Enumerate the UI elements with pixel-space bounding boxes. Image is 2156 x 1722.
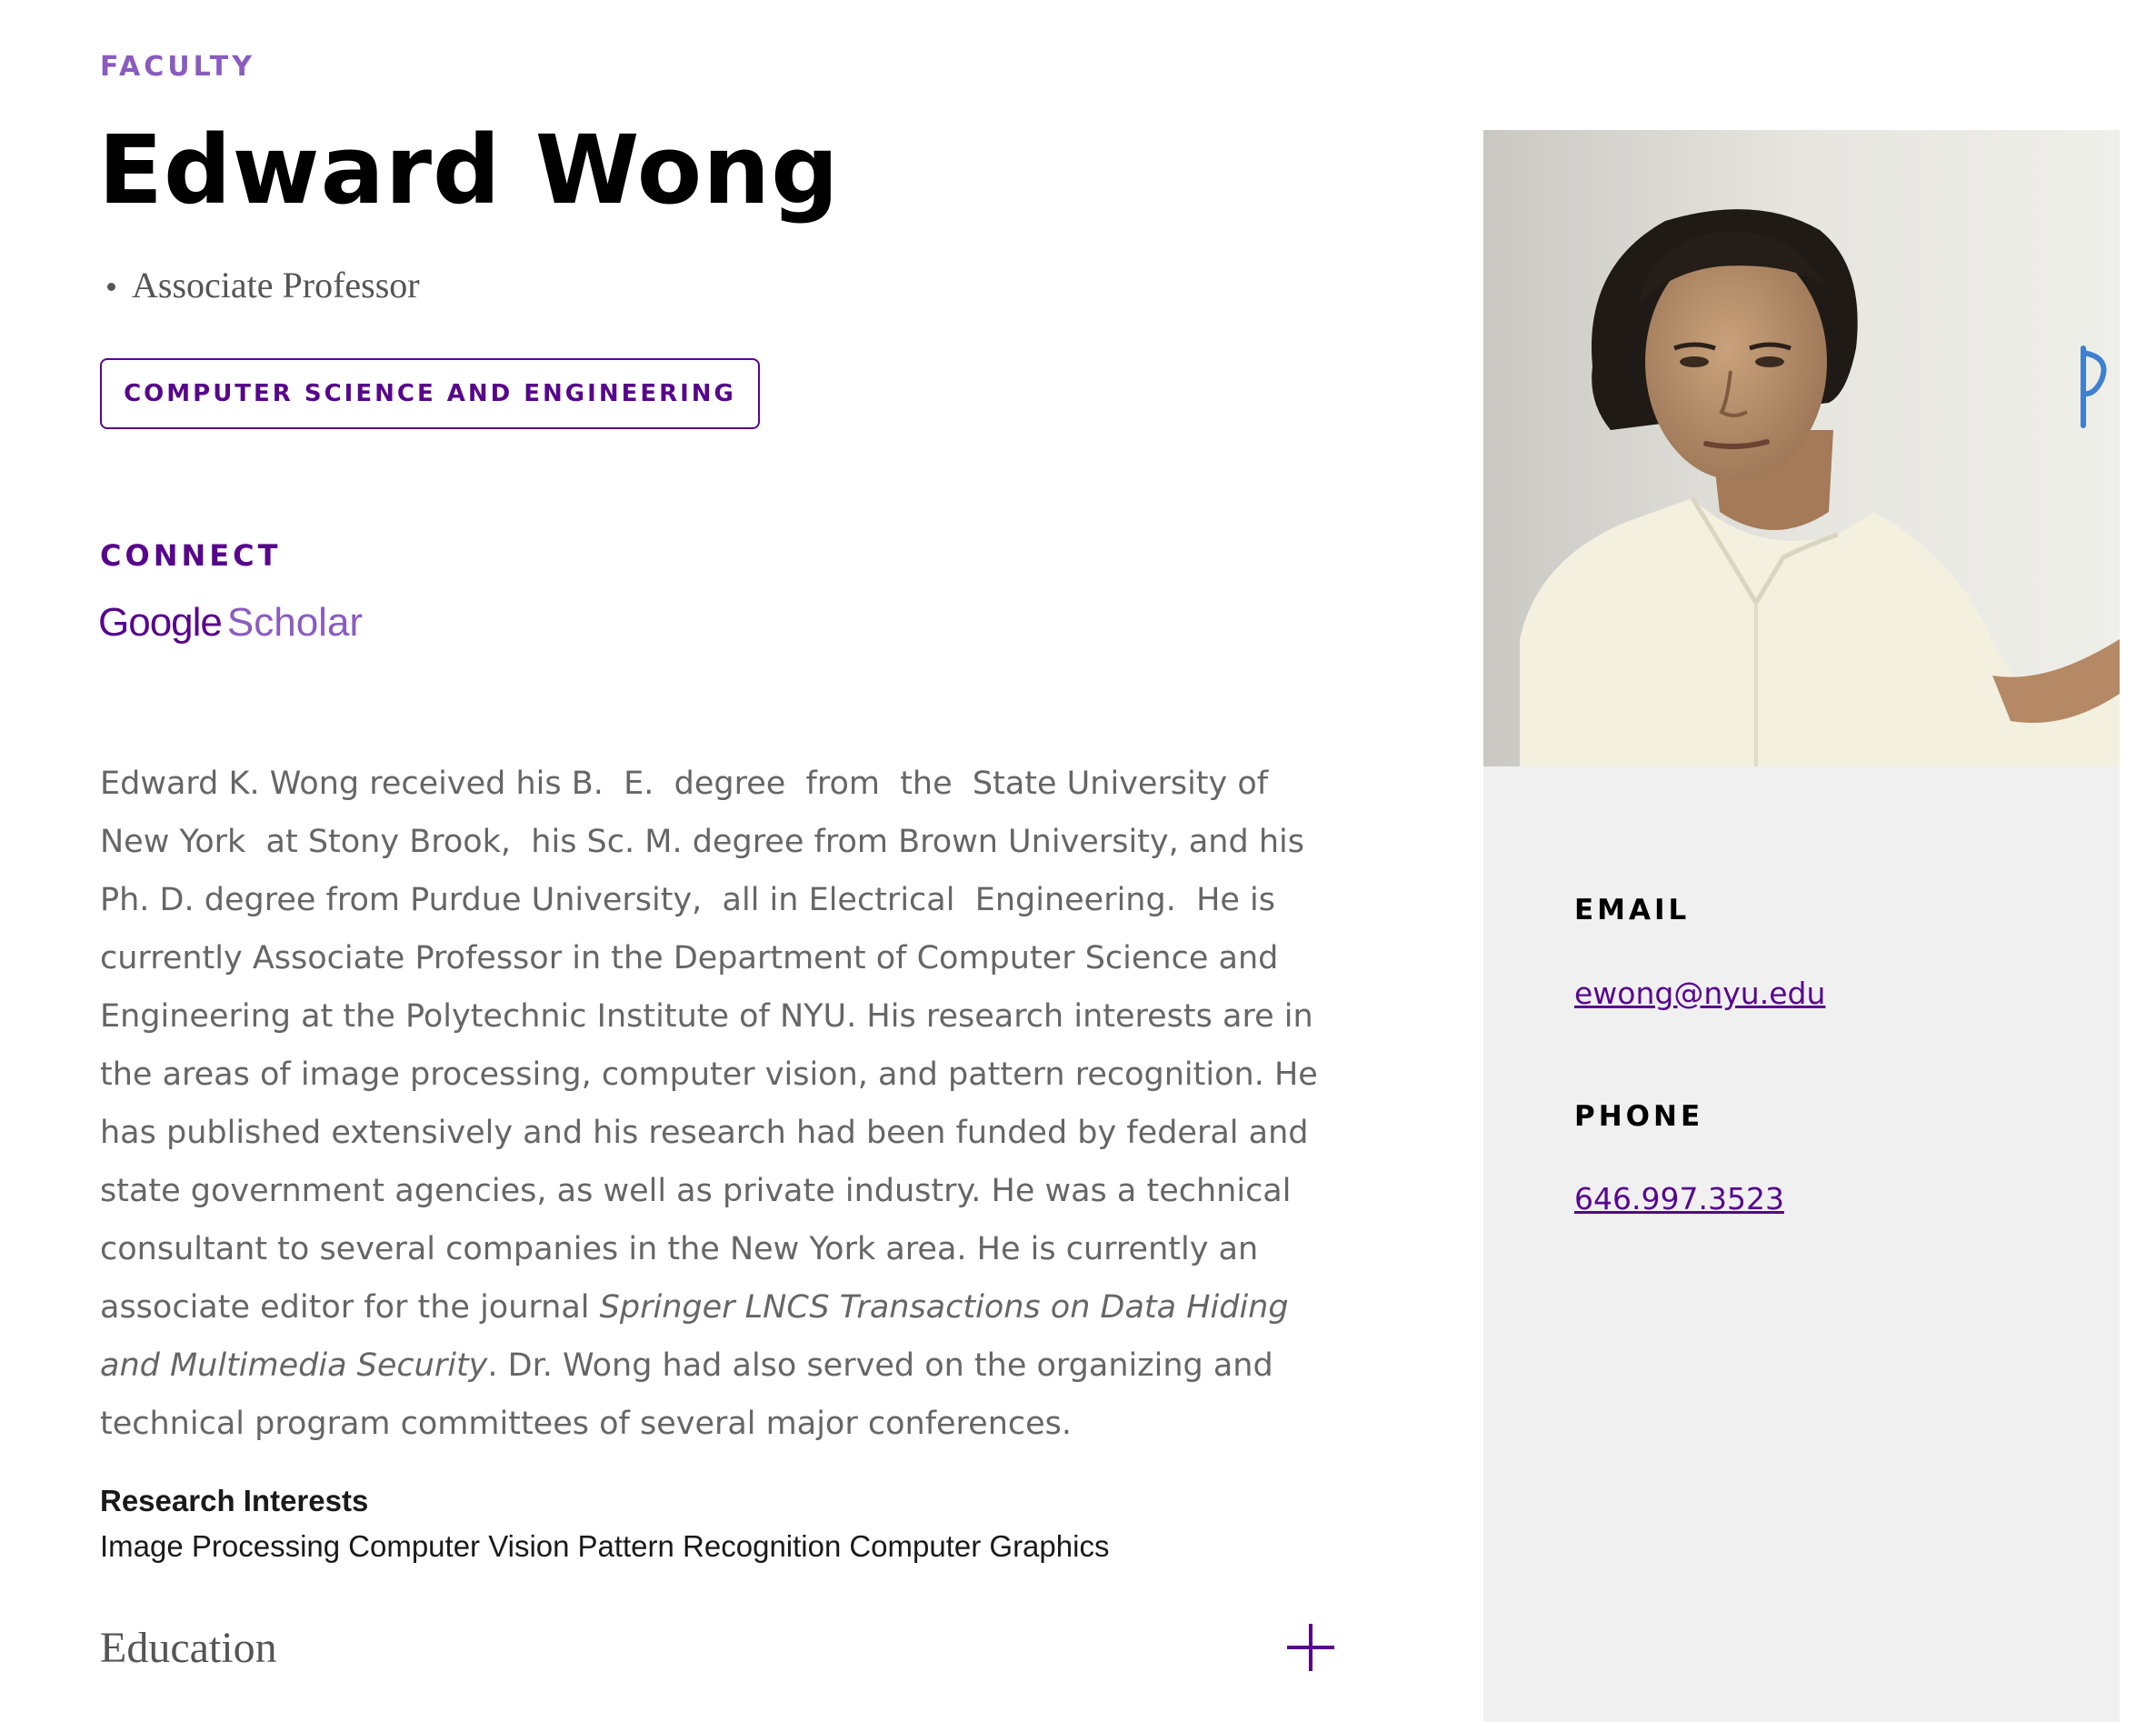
google-scholar-link[interactable]: Google Scholar	[98, 600, 363, 646]
bio-line: Engineering at the Polytechnic Institute…	[100, 998, 1313, 1035]
bio-line: state government agencies, as well as pr…	[100, 1173, 1292, 1209]
phone-label: PHONE	[1574, 1100, 1704, 1133]
research-interests-heading: Research Interests	[100, 1484, 369, 1517]
faculty-profile-page: FACULTY Edward Wong Associate Professor …	[0, 0, 2156, 1722]
google-scholar-logo-part1: Google	[98, 600, 223, 645]
department-button[interactable]: COMPUTER SCIENCE AND ENGINEERING	[100, 358, 760, 429]
bio-line: consultant to several companies in the N…	[100, 1231, 1259, 1267]
education-label: Education	[100, 1623, 277, 1672]
bio-line: Ph. D. degree from Purdue University, al…	[100, 882, 1276, 918]
faculty-photo	[1483, 130, 2120, 766]
connect-heading: CONNECT	[100, 538, 282, 573]
bio-line: New York at Stony Brook, his Sc. M. degr…	[100, 824, 1304, 860]
journal-title: Springer LNCS Transactions on Data Hidin…	[599, 1289, 1289, 1326]
bio-line: and Multimedia Security. Dr. Wong had al…	[100, 1347, 1273, 1384]
portrait-illustration	[1483, 130, 2120, 766]
faculty-name: Edward Wong	[98, 115, 840, 225]
research-interest-item: Computer Vision	[348, 1529, 570, 1563]
bio-line: currently Associate Professor in the Dep…	[100, 940, 1279, 976]
bio-line: the areas of image processing, computer …	[100, 1056, 1318, 1093]
title-item: Associate Professor	[107, 264, 420, 306]
bio-line: Edward K. Wong received his B. E. degree…	[100, 766, 1269, 802]
plus-icon[interactable]	[1287, 1624, 1334, 1671]
title-text: Associate Professor	[132, 265, 420, 305]
email-link[interactable]: ewong@nyu.edu	[1574, 976, 1825, 1011]
bullet-icon	[107, 283, 115, 291]
journal-title-continued: and Multimedia Security	[100, 1347, 488, 1384]
research-interest-item: Computer Graphics	[849, 1529, 1110, 1563]
research-interests-list: Image Processing Computer Vision Pattern R…	[100, 1529, 1117, 1564]
phone-link[interactable]: 646.997.3523	[1574, 1181, 1784, 1216]
contact-sidebar: EMAIL ewong@nyu.edu PHONE 646.997.3523	[1483, 130, 2120, 1722]
email-label: EMAIL	[1574, 894, 1691, 926]
education-accordion[interactable]: Education	[100, 1615, 1336, 1680]
faculty-bio: Edward K. Wong received his B. E. degree…	[100, 755, 1345, 1453]
faculty-titles: Associate Professor	[107, 264, 420, 306]
page-category-label: FACULTY	[100, 51, 255, 83]
bio-line: has published extensively and his resear…	[100, 1115, 1309, 1151]
google-scholar-logo-part2: Scholar	[226, 600, 364, 645]
bio-line: associate editor for the journal Springe…	[100, 1289, 1289, 1326]
bio-line: technical program committees of several …	[100, 1406, 1073, 1442]
research-interest-item: Image Processing	[100, 1529, 341, 1563]
research-interest-item: Pattern Recognition	[577, 1529, 842, 1563]
